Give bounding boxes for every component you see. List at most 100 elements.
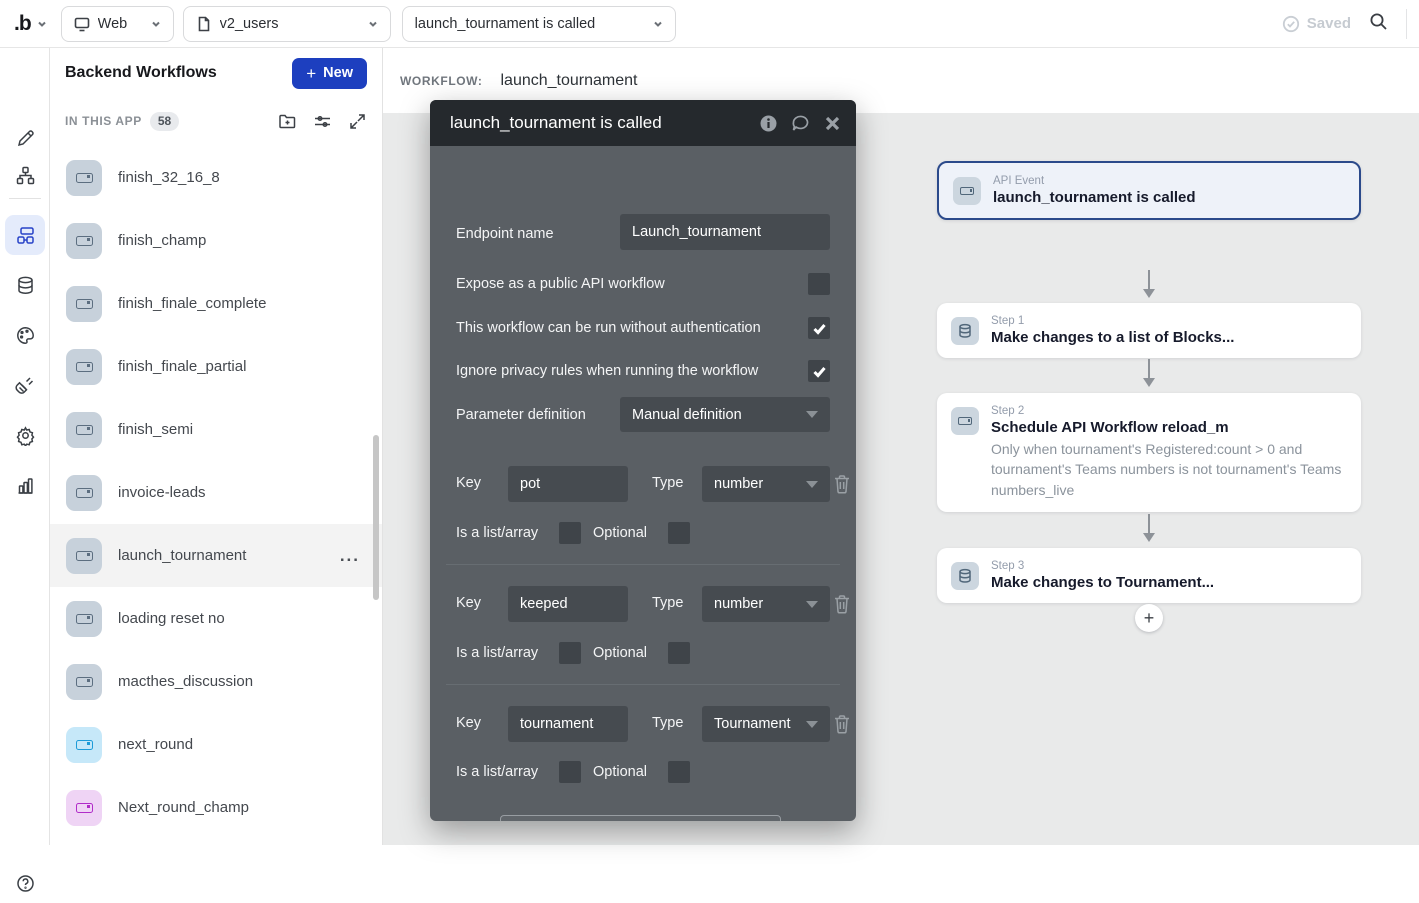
optional-checkbox[interactable] bbox=[668, 761, 690, 783]
type-label: Type bbox=[652, 475, 683, 491]
list-item[interactable]: finish_champ bbox=[50, 209, 382, 272]
chevron-down-icon bbox=[37, 19, 47, 29]
key-label: Key bbox=[456, 715, 481, 731]
parameter-definition-label: Parameter definition bbox=[456, 407, 586, 423]
search-button[interactable] bbox=[1369, 12, 1388, 36]
is-list-checkbox[interactable] bbox=[559, 761, 581, 783]
sidebar-item-data[interactable] bbox=[5, 265, 45, 305]
list-item[interactable]: invoice-leads bbox=[50, 461, 382, 524]
optional-label: Optional bbox=[593, 645, 647, 661]
bubble-logo: .b bbox=[14, 12, 31, 36]
sidebar-item-logs[interactable] bbox=[5, 465, 45, 505]
question-circle-icon bbox=[15, 873, 36, 894]
param-type-select[interactable]: number bbox=[702, 586, 830, 622]
step-card-3[interactable]: Step 3 Make changes to Tournament... bbox=[937, 548, 1361, 603]
no-auth-checkbox[interactable] bbox=[808, 317, 830, 339]
sidebar-tools bbox=[278, 112, 367, 131]
list-item[interactable]: finish_finale_partial bbox=[50, 335, 382, 398]
sidebar-item-styles[interactable] bbox=[5, 315, 45, 355]
sidebar-item-settings[interactable] bbox=[5, 415, 45, 455]
section-label: IN THIS APP bbox=[65, 114, 142, 128]
step-card-2[interactable]: Step 2 Schedule API Workflow reload_m On… bbox=[937, 393, 1361, 512]
modal-header-icons bbox=[759, 114, 842, 133]
list-item[interactable]: finish_finale_complete bbox=[50, 272, 382, 335]
sidebar-scrollbar[interactable] bbox=[373, 435, 379, 600]
chevron-down-icon bbox=[806, 601, 818, 608]
list-item[interactable]: macthes_discussion bbox=[50, 650, 382, 713]
modal-header[interactable]: launch_tournament is called bbox=[430, 100, 856, 146]
workflow-icon bbox=[66, 727, 102, 763]
save-status-label: Saved bbox=[1307, 15, 1351, 32]
delete-parameter-icon[interactable] bbox=[833, 474, 851, 494]
page-dropdown-label: v2_users bbox=[220, 16, 360, 32]
sidebar-item-backend-workflows[interactable] bbox=[5, 215, 45, 255]
list-item[interactable]: Next_round_champ bbox=[50, 776, 382, 839]
key-label: Key bbox=[456, 475, 481, 491]
is-list-checkbox[interactable] bbox=[559, 522, 581, 544]
chevron-down-icon bbox=[806, 481, 818, 488]
endpoint-name-label: Endpoint name bbox=[456, 226, 554, 242]
list-item[interactable]: next_round bbox=[50, 713, 382, 776]
event-dropdown[interactable]: launch_tournament is called bbox=[402, 6, 676, 42]
chevron-down-icon bbox=[806, 411, 818, 418]
workflow-icon bbox=[66, 223, 102, 259]
comment-icon[interactable] bbox=[791, 114, 810, 133]
plus-icon: + bbox=[306, 65, 316, 82]
optional-checkbox[interactable] bbox=[668, 522, 690, 544]
ignore-privacy-label: Ignore privacy rules when running the wo… bbox=[456, 363, 758, 379]
key-label: Key bbox=[456, 595, 481, 611]
parameter-definition-select[interactable]: Manual definition bbox=[620, 397, 830, 432]
delete-parameter-icon[interactable] bbox=[833, 714, 851, 734]
sidebar-item-help[interactable] bbox=[5, 863, 45, 903]
pencil-icon bbox=[15, 128, 36, 149]
api-event-icon bbox=[951, 407, 979, 435]
param-key-input[interactable] bbox=[508, 466, 628, 502]
plus-icon: + bbox=[1144, 608, 1155, 629]
optional-label: Optional bbox=[593, 525, 647, 541]
filter-sliders-icon[interactable] bbox=[313, 112, 332, 131]
param-key-input[interactable] bbox=[508, 706, 628, 742]
plug-icon bbox=[15, 375, 36, 396]
info-icon[interactable] bbox=[759, 114, 778, 133]
list-item[interactable]: finish_semi bbox=[50, 398, 382, 461]
ignore-privacy-checkbox[interactable] bbox=[808, 360, 830, 382]
new-workflow-label: New bbox=[323, 65, 353, 81]
param-type-select[interactable]: Tournament bbox=[702, 706, 830, 742]
page-dropdown[interactable]: v2_users bbox=[183, 6, 391, 42]
workflow-icon bbox=[66, 160, 102, 196]
is-list-checkbox[interactable] bbox=[559, 642, 581, 664]
list-item[interactable]: loading reset no bbox=[50, 587, 382, 650]
expose-api-label: Expose as a public API workflow bbox=[456, 276, 665, 292]
endpoint-name-input[interactable] bbox=[620, 214, 830, 250]
step-card-api-event[interactable]: API Event launch_tournament is called bbox=[937, 161, 1361, 220]
sidebar-item-plugins[interactable] bbox=[5, 365, 45, 405]
more-options-icon[interactable]: ... bbox=[334, 546, 366, 566]
param-key-input[interactable] bbox=[508, 586, 628, 622]
device-dropdown-label: Web bbox=[98, 16, 143, 32]
delete-parameter-icon[interactable] bbox=[833, 594, 851, 614]
add-folder-icon[interactable] bbox=[278, 112, 297, 131]
flow-arrow-icon bbox=[1141, 514, 1157, 544]
param-type-select[interactable]: number bbox=[702, 466, 830, 502]
step-card-1[interactable]: Step 1 Make changes to a list of Blocks.… bbox=[937, 303, 1361, 358]
sidebar-item-pages[interactable] bbox=[5, 155, 45, 195]
list-item-selected[interactable]: launch_tournament ... bbox=[50, 524, 382, 587]
add-step-button[interactable]: + bbox=[1135, 604, 1163, 632]
monitor-icon bbox=[74, 16, 90, 32]
expose-api-checkbox[interactable] bbox=[808, 273, 830, 295]
new-workflow-button[interactable]: + New bbox=[292, 58, 367, 89]
expand-icon[interactable] bbox=[348, 112, 367, 131]
app-menu[interactable]: .b bbox=[0, 12, 61, 36]
close-icon[interactable] bbox=[823, 114, 842, 133]
list-item[interactable]: finish_32_16_8 bbox=[50, 146, 382, 209]
optional-checkbox[interactable] bbox=[668, 642, 690, 664]
workflow-icon bbox=[66, 790, 102, 826]
optional-label: Optional bbox=[593, 764, 647, 780]
add-parameter-button[interactable]: + Add a new parameter bbox=[500, 815, 781, 821]
step-condition: Only when tournament's Registered:count … bbox=[991, 439, 1343, 500]
workflow-count-badge: 58 bbox=[150, 112, 179, 131]
flow-arrow-icon bbox=[1141, 270, 1157, 300]
device-dropdown[interactable]: Web bbox=[61, 6, 174, 42]
sidebar-item-design[interactable] bbox=[5, 118, 45, 158]
workflow-icon bbox=[66, 538, 102, 574]
